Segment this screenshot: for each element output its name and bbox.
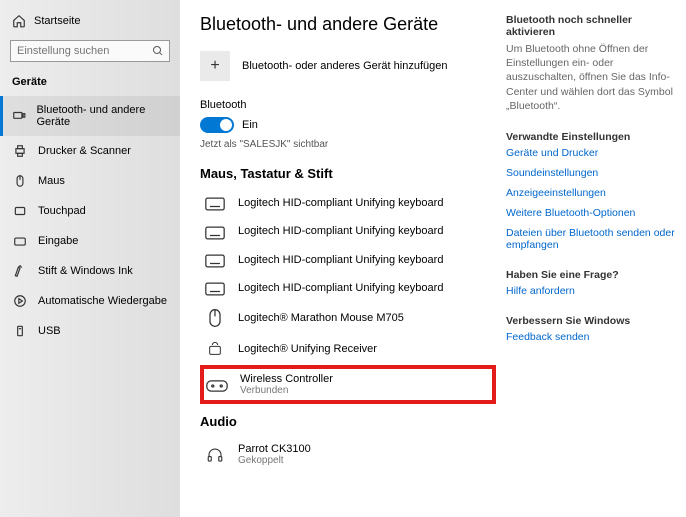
home-icon [12,14,26,28]
add-device-label: Bluetooth- oder anderes Gerät hinzufügen [242,60,447,72]
device-item[interactable]: Logitech HID-compliant Unifying keyboard [200,217,496,245]
device-name: Logitech HID-compliant Unifying keyboard [238,225,443,237]
keyboard-icon [204,252,226,268]
nav-label: USB [38,325,61,337]
improve-title: Verbessern Sie Windows [506,315,676,327]
sidebar-item-5[interactable]: Stift & Windows Ink [0,256,180,286]
nav-icon [12,264,28,278]
page-title: Bluetooth- und andere Geräte [200,14,496,35]
bluetooth-state: Ein [242,119,258,131]
feedback-link[interactable]: Feedback senden [506,331,676,343]
nav-icon [12,294,28,308]
device-name: Logitech® Marathon Mouse M705 [238,312,404,324]
sidebar-item-7[interactable]: USB [0,316,180,346]
device-name: Logitech HID-compliant Unifying keyboard [238,254,443,266]
gamepad-icon [206,377,228,393]
nav-label: Maus [38,175,65,187]
nav-label: Touchpad [38,205,86,217]
headset-icon [204,446,226,464]
nav-icon [12,324,28,338]
device-name: Parrot CK3100 [238,443,311,455]
nav-label: Drucker & Scanner [38,145,131,157]
sidebar-item-1[interactable]: Drucker & Scanner [0,136,180,166]
sidebar-item-2[interactable]: Maus [0,166,180,196]
device-item[interactable]: Logitech® Unifying Receiver [200,334,496,363]
device-item[interactable]: Parrot CK3100Gekoppelt [200,437,496,472]
plus-icon: + [200,51,230,81]
keyboard-icon [204,195,226,211]
device-item[interactable]: Wireless ControllerVerbunden [200,365,496,404]
help-title: Haben Sie eine Frage? [506,269,676,281]
nav-icon [12,234,28,248]
related-link[interactable]: Soundeinstellungen [506,167,676,179]
nav-label: Stift & Windows Ink [38,265,133,277]
content: Bluetooth- und andere Geräte + Bluetooth… [200,14,506,503]
group-heading-input: Maus, Tastatur & Stift [200,166,496,181]
sidebar-item-0[interactable]: Bluetooth- und andere Geräte [0,96,180,136]
tip-title: Bluetooth noch schneller aktivieren [506,14,676,38]
sidebar: Startseite Geräte Bluetooth- und andere … [0,0,180,517]
device-item[interactable]: Logitech HID-compliant Unifying keyboard [200,189,496,217]
section-heading: Geräte [0,72,180,96]
help-link[interactable]: Hilfe anfordern [506,285,676,297]
bluetooth-toggle[interactable] [200,117,234,133]
discoverable-text: Jetzt als "SALESJK" sichtbar [200,139,496,150]
add-device-button[interactable]: + Bluetooth- oder anderes Gerät hinzufüg… [200,51,496,81]
sidebar-item-4[interactable]: Eingabe [0,226,180,256]
related-link[interactable]: Weitere Bluetooth-Optionen [506,207,676,219]
nav-icon [12,174,28,188]
device-item[interactable]: Logitech HID-compliant Unifying keyboard [200,246,496,274]
related-link[interactable]: Dateien über Bluetooth senden oder empfa… [506,227,676,251]
nav-icon [12,204,28,218]
sidebar-item-6[interactable]: Automatische Wiedergabe [0,286,180,316]
nav-label: Eingabe [38,235,78,247]
related-title: Verwandte Einstellungen [506,131,676,143]
bluetooth-heading: Bluetooth [200,99,496,111]
home-label: Startseite [34,15,80,27]
device-status: Gekoppelt [238,455,311,466]
sidebar-item-3[interactable]: Touchpad [0,196,180,226]
nav-icon [12,144,28,158]
mouse-icon [204,308,226,328]
keyboard-icon [204,280,226,296]
nav-label: Bluetooth- und andere Geräte [36,104,168,128]
search-input[interactable] [10,40,170,62]
nav-icon [12,109,26,123]
device-name: Logitech HID-compliant Unifying keyboard [238,197,443,209]
device-name: Logitech HID-compliant Unifying keyboard [238,282,443,294]
device-item[interactable]: Logitech® Marathon Mouse M705 [200,302,496,334]
related-link[interactable]: Anzeigeeinstellungen [506,187,676,199]
device-item[interactable]: Logitech HID-compliant Unifying keyboard [200,274,496,302]
device-name: Wireless Controller [240,373,333,385]
group-heading-audio: Audio [200,414,496,429]
nav-label: Automatische Wiedergabe [38,295,167,307]
receiver-icon [204,340,226,357]
related-link[interactable]: Geräte und Drucker [506,147,676,159]
right-panel: Bluetooth noch schneller aktivieren Um B… [506,14,676,503]
home-link[interactable]: Startseite [0,8,180,34]
tip-body: Um Bluetooth ohne Öffnen der Einstellung… [506,42,676,113]
keyboard-icon [204,223,226,239]
device-status: Verbunden [240,385,333,396]
device-name: Logitech® Unifying Receiver [238,343,377,355]
